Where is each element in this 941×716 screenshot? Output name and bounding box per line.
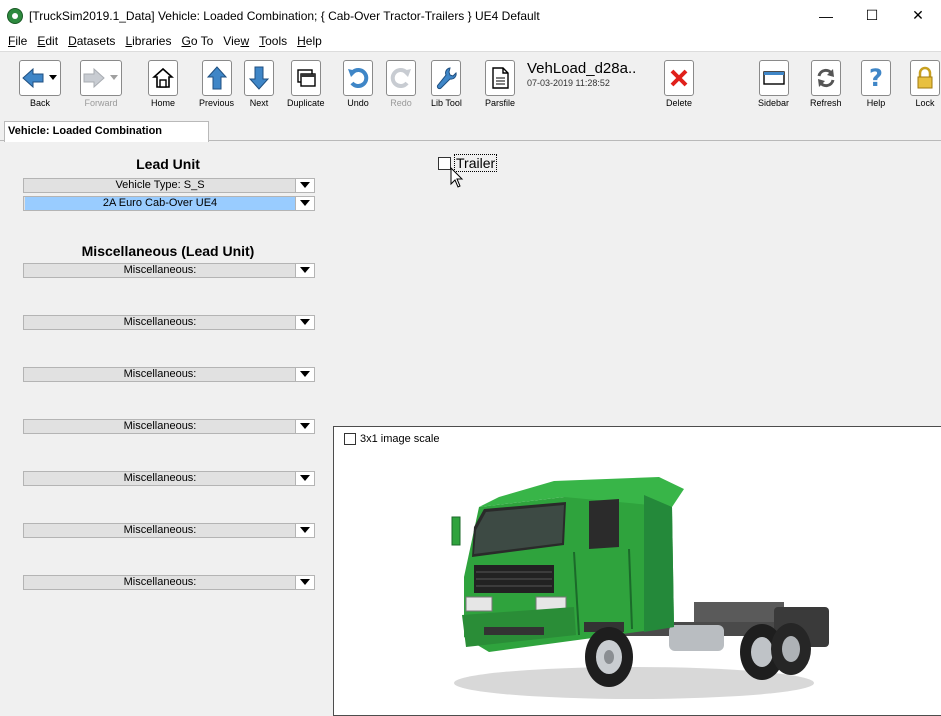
window-controls: — ☐ ✕ <box>803 0 941 31</box>
chevron-down-icon[interactable] <box>295 472 314 485</box>
undo-icon <box>343 60 373 96</box>
wrench-icon <box>431 60 462 96</box>
menu-view[interactable]: View <box>218 34 254 48</box>
home-button[interactable]: Home <box>148 60 178 108</box>
trailer-checkbox-group[interactable]: Trailer <box>438 154 498 172</box>
sidebar-button[interactable]: Sidebar <box>758 60 789 108</box>
image-scale-label[interactable]: 3x1 image scale <box>360 433 440 445</box>
question-mark-icon: ? <box>861 60 891 96</box>
chevron-down-icon[interactable] <box>295 316 314 329</box>
menu-datasets[interactable]: Datasets <box>63 34 120 48</box>
misc-dropdown-3[interactable]: Miscellaneous: <box>23 367 315 382</box>
lock-button[interactable]: Lock <box>910 60 940 108</box>
image-scale-checkbox[interactable] <box>344 433 356 445</box>
lead-unit-title: Lead Unit <box>136 156 200 172</box>
misc-dropdown-2[interactable]: Miscellaneous: <box>23 315 315 330</box>
help-button[interactable]: ? Help <box>861 60 891 108</box>
vehicle-dataset-dropdown[interactable]: 2A Euro Cab-Over UE4 <box>23 196 315 211</box>
chevron-down-icon[interactable] <box>295 179 314 192</box>
trucksim-app-icon <box>7 7 23 24</box>
misc-dropdown-6[interactable]: Miscellaneous: <box>23 523 315 538</box>
duplicate-button[interactable]: Duplicate <box>287 60 325 108</box>
misc-dropdown-5[interactable]: Miscellaneous: <box>23 471 315 486</box>
redo-icon <box>386 60 416 96</box>
vehicle-type-dropdown[interactable]: Vehicle Type: S_S <box>23 178 315 193</box>
truck-image <box>451 477 829 699</box>
minimize-button[interactable]: — <box>803 0 849 31</box>
up-arrow-icon <box>201 60 232 96</box>
chevron-down-icon[interactable] <box>295 524 314 537</box>
misc-lead-unit-title: Miscellaneous (Lead Unit) <box>81 243 255 259</box>
close-button[interactable]: ✕ <box>895 0 941 31</box>
redo-button[interactable]: Redo <box>386 60 416 108</box>
title-bar: [TruckSim2019.1_Data] Vehicle: Loaded Co… <box>0 0 941 31</box>
refresh-button[interactable]: Refresh <box>810 60 842 108</box>
document-icon <box>485 60 515 96</box>
lock-icon <box>910 60 940 96</box>
back-arrow-icon <box>19 60 61 96</box>
delete-button[interactable]: Delete <box>664 60 694 108</box>
back-button[interactable]: Back <box>19 60 61 108</box>
chevron-down-icon[interactable] <box>295 197 314 210</box>
misc-dropdown-1[interactable]: Miscellaneous: <box>23 263 315 278</box>
down-arrow-icon <box>244 60 274 96</box>
undo-button[interactable]: Undo <box>343 60 373 108</box>
home-icon <box>148 60 178 96</box>
toolbar: Back Forward Home Previous Next Duplicat… <box>0 51 941 119</box>
menu-tools[interactable]: Tools <box>254 34 292 48</box>
window-title: [TruckSim2019.1_Data] Vehicle: Loaded Co… <box>29 8 540 23</box>
maximize-button[interactable]: ☐ <box>849 0 895 31</box>
duplicate-icon <box>290 60 321 96</box>
parsfile-name: VehLoad_d28a.. <box>527 60 637 77</box>
parsfile-button[interactable]: Parsfile <box>485 60 515 108</box>
forward-button[interactable]: Forward <box>80 60 122 108</box>
refresh-icon <box>810 60 841 96</box>
tab-strip: Vehicle: Loaded Combination <box>0 119 941 142</box>
previous-button[interactable]: Previous <box>199 60 234 108</box>
misc-dropdown-7[interactable]: Miscellaneous: <box>23 575 315 590</box>
menu-help[interactable]: Help <box>292 34 327 48</box>
menu-bar: File Edit Datasets Libraries Go To View … <box>0 31 941 51</box>
misc-dropdown-4[interactable]: Miscellaneous: <box>23 419 315 434</box>
tab-vehicle-loaded-combination[interactable]: Vehicle: Loaded Combination <box>4 121 209 142</box>
lib-tool-button[interactable]: Lib Tool <box>431 60 462 108</box>
menu-edit[interactable]: Edit <box>32 34 63 48</box>
image-scale-checkbox-group[interactable]: 3x1 image scale <box>344 433 440 445</box>
forward-arrow-icon <box>80 60 122 96</box>
chevron-down-icon[interactable] <box>295 368 314 381</box>
menu-file[interactable]: File <box>3 34 32 48</box>
menu-go-to[interactable]: Go To <box>176 34 218 48</box>
menu-libraries[interactable]: Libraries <box>120 34 176 48</box>
mouse-cursor-icon <box>450 167 464 188</box>
sidebar-icon <box>758 60 789 96</box>
delete-x-icon <box>664 60 694 96</box>
parsfile-info: VehLoad_d28a.. 07-03-2019 11:28:52 <box>527 60 636 88</box>
chevron-down-icon[interactable] <box>295 420 314 433</box>
chevron-down-icon[interactable] <box>295 264 314 277</box>
chevron-down-icon[interactable] <box>295 576 314 589</box>
vehicle-image-panel: 3x1 image scale <box>333 426 941 716</box>
next-button[interactable]: Next <box>244 60 274 108</box>
parsfile-date: 07-03-2019 11:28:52 <box>527 78 610 88</box>
